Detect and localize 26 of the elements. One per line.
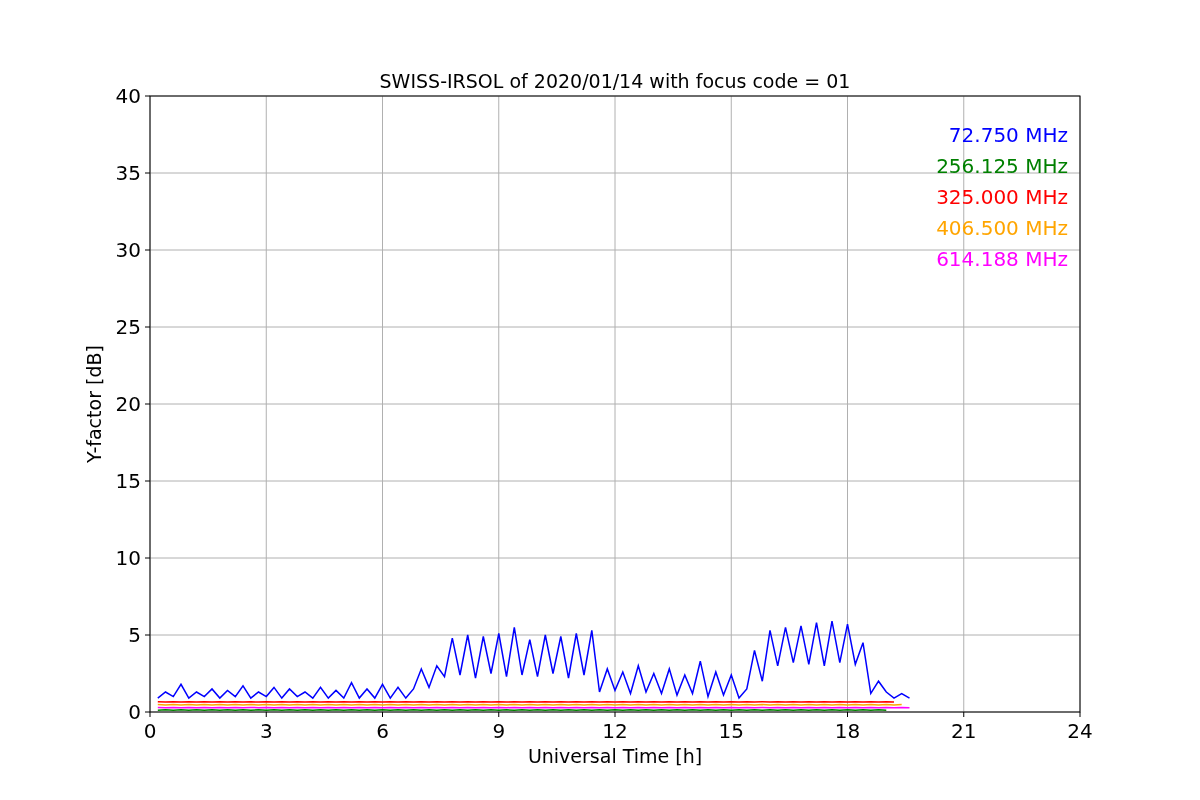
y-tick-label: 40 <box>115 84 141 108</box>
y-tick-label: 0 <box>128 700 141 724</box>
x-tick-label: 6 <box>376 719 389 743</box>
y-tick-label: 25 <box>115 315 141 339</box>
legend-label: 72.750 MHz <box>948 123 1068 147</box>
legend-label: 325.000 MHz <box>936 185 1068 209</box>
y-tick-label: 10 <box>115 546 141 570</box>
y-axis-label: Y-factor [dB] <box>83 345 105 463</box>
legend-label: 614.188 MHz <box>936 247 1068 271</box>
x-tick-label: 21 <box>951 719 977 743</box>
x-tick-label: 9 <box>492 719 506 743</box>
x-tick-label: 18 <box>834 719 861 743</box>
x-tick-label: 15 <box>718 719 744 743</box>
y-tick-label: 5 <box>128 623 141 647</box>
x-tick-label: 12 <box>602 719 628 743</box>
x-tick-label: 24 <box>1067 719 1093 743</box>
legend-label: 256.125 MHz <box>936 154 1068 178</box>
chart-title: SWISS-IRSOL of 2020/01/14 with focus code = 01 <box>379 70 851 92</box>
x-tick-label: 0 <box>143 719 157 743</box>
legend-label: 406.500 MHz <box>936 216 1068 240</box>
y-tick-label: 20 <box>115 392 141 416</box>
y-tick-label: 30 <box>115 238 141 262</box>
x-tick-label: 3 <box>259 719 273 743</box>
y-tick-label: 15 <box>115 469 141 493</box>
x-axis-label: Universal Time [h] <box>527 745 703 767</box>
y-tick-label: 35 <box>115 161 141 185</box>
